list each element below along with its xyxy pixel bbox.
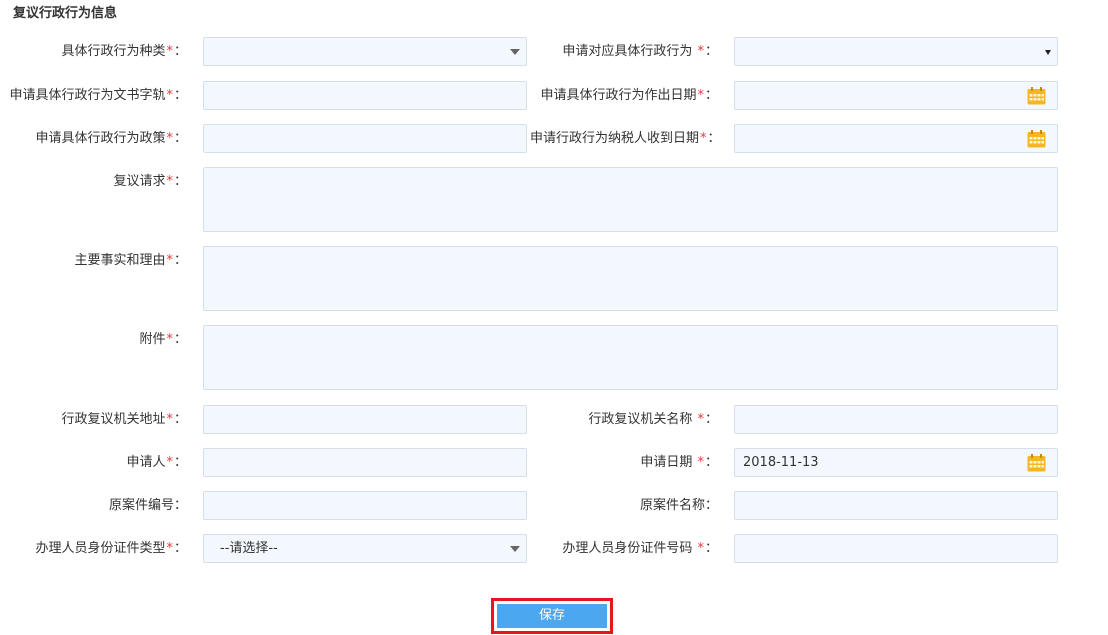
form-row-agency: 行政复议机关地址*： 行政复议机关名称 *： [0, 405, 1108, 434]
calendar-icon[interactable] [1027, 87, 1046, 105]
applicant-input[interactable] [203, 448, 527, 477]
action-date-input[interactable] [734, 81, 1058, 110]
chevron-down-icon [510, 546, 520, 552]
action-date-label: 申请具体行政行为作出日期*： [540, 88, 718, 103]
agency-name-label: 行政复议机关名称 *： [588, 412, 718, 427]
orig-case-name-input[interactable] [734, 491, 1058, 520]
apply-date-input[interactable]: 2018-11-13 [734, 448, 1058, 477]
save-button-highlight: 保存 [491, 598, 613, 634]
facts-reasons-label: 主要事实和理由*： [74, 253, 187, 268]
request-label: 复议请求*： [113, 174, 187, 189]
chevron-down-icon [510, 49, 520, 55]
apply-date-value: 2018-11-13 [743, 455, 819, 470]
corresponding-action-label: 申请对应具体行政行为 *： [562, 44, 718, 59]
orig-case-no-label: 原案件编号： [108, 498, 187, 513]
corresponding-action-select[interactable] [734, 37, 1058, 66]
action-type-select[interactable] [203, 37, 527, 66]
calendar-icon[interactable] [1027, 130, 1046, 148]
form-row-applicant: 申请人*： 申请日期 *： 2018-11-13 [0, 448, 1108, 477]
section-title: 复议行政行为信息 [13, 6, 118, 21]
action-type-label: 具体行政行为种类*： [61, 44, 187, 59]
applicant-label: 申请人*： [126, 455, 187, 470]
form-row-id: 办理人员身份证件类型*： --请选择-- 办理人员身份证件号码 *： [0, 534, 1108, 563]
attachment-label: 附件*： [139, 332, 187, 347]
id-type-select[interactable]: --请选择-- [203, 534, 527, 563]
form-row-2: 申请具体行政行为文书字轨*： 申请具体行政行为作出日期*： [0, 81, 1108, 110]
form-row-3: 申请具体行政行为政策*： 申请行政行为纳税人收到日期*： [0, 124, 1108, 153]
attachment-textarea[interactable] [203, 325, 1058, 390]
id-number-label: 办理人员身份证件号码 *： [562, 541, 718, 556]
id-number-input[interactable] [734, 534, 1058, 563]
chevron-down-icon [1045, 50, 1051, 55]
id-type-value: --请选择-- [220, 541, 278, 556]
agency-name-input[interactable] [734, 405, 1058, 434]
form-row-original-case: 原案件编号： 原案件名称： [0, 491, 1108, 520]
doc-number-input[interactable] [203, 81, 527, 110]
doc-number-label: 申请具体行政行为文书字轨*： [9, 88, 187, 103]
save-button[interactable]: 保存 [497, 604, 607, 628]
apply-date-label: 申请日期 *： [640, 455, 718, 470]
orig-case-no-input[interactable] [203, 491, 527, 520]
agency-address-input[interactable] [203, 405, 527, 434]
agency-address-label: 行政复议机关地址*： [61, 412, 187, 427]
policy-input[interactable] [203, 124, 527, 153]
calendar-icon[interactable] [1027, 454, 1046, 472]
policy-label: 申请具体行政行为政策*： [35, 131, 187, 146]
form-row-1: 具体行政行为种类*： 申请对应具体行政行为 *： [0, 37, 1108, 66]
facts-reasons-textarea[interactable] [203, 246, 1058, 311]
orig-case-name-label: 原案件名称： [639, 498, 718, 513]
id-type-label: 办理人员身份证件类型*： [35, 541, 187, 556]
request-textarea[interactable] [203, 167, 1058, 232]
received-date-input[interactable] [734, 124, 1058, 153]
received-date-label: 申请行政行为纳税人收到日期*： [530, 131, 721, 146]
